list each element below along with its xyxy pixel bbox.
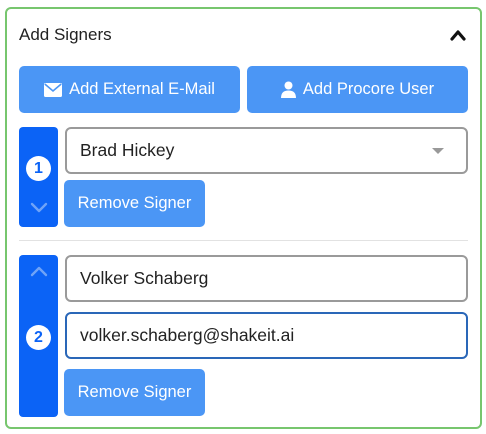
signer-name-input[interactable]: Volker Schaberg [65,255,468,302]
panel-title: Add Signers [19,25,112,44]
add-signers-panel: Add Signers Add External E-Mail Add Proc… [5,7,482,429]
user-icon [280,81,296,98]
remove-signer-button[interactable]: Remove Signer [64,180,205,227]
move-down-icon[interactable] [27,199,50,215]
add-external-email-label: Add External E-Mail [69,80,215,98]
signer-card-1: 1 Brad Hickey Remove Signer [19,127,468,227]
add-procore-user-label: Add Procore User [302,80,435,98]
signer-order-badge: 2 [26,325,51,350]
signer-order-badge: 1 [26,156,51,181]
selected-user: Brad Hickey [80,140,175,160]
dropdown-caret-icon [432,148,444,154]
signer-divider [19,240,468,241]
signer-name-value: Volker Schaberg [80,268,209,288]
remove-signer-button[interactable]: Remove Signer [64,369,205,416]
signer-order-bar: 1 [19,127,58,227]
signer-email-input[interactable]: volker.schaberg@shakeit.ai [65,312,468,359]
add-signer-actions: Add External E-Mail Add Procore User [19,66,468,113]
add-external-email-button[interactable]: Add External E-Mail [19,66,240,113]
add-procore-user-button[interactable]: Add Procore User [247,66,468,113]
signer-order-bar: 2 [19,255,58,417]
move-up-icon[interactable] [27,263,50,279]
signer-email-value: volker.schaberg@shakeit.ai [80,325,295,345]
signer-card-2: 2 Volker Schaberg volker.schaberg@shakei… [19,255,468,417]
panel-header: Add Signers [19,23,468,47]
procore-user-select[interactable]: Brad Hickey [65,127,468,174]
chevron-up-icon[interactable] [448,25,468,45]
envelope-icon [44,82,63,97]
